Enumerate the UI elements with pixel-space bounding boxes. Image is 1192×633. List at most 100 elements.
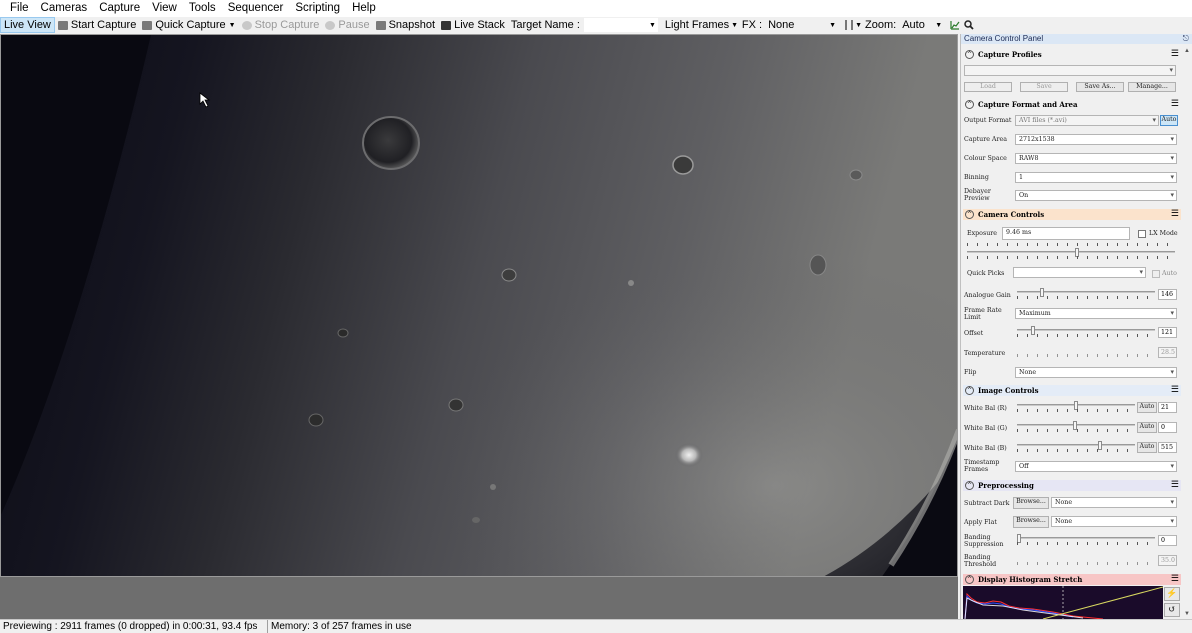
- menu-view[interactable]: View: [146, 0, 183, 17]
- analogue-gain-slider[interactable]: [1017, 288, 1155, 300]
- wb-g-auto-button[interactable]: Auto: [1137, 422, 1157, 433]
- debayer-select[interactable]: On: [1015, 190, 1177, 201]
- lx-mode-checkbox[interactable]: [1138, 230, 1146, 238]
- menu-icon[interactable]: ☰: [1171, 99, 1179, 110]
- menu-sequencer[interactable]: Sequencer: [222, 0, 290, 17]
- fx-value: None: [768, 19, 795, 31]
- collapse-icon[interactable]: ^: [965, 50, 974, 59]
- section-capture-format[interactable]: ^ Capture Format and Area ☰: [963, 99, 1181, 110]
- menu-file[interactable]: File: [4, 0, 35, 17]
- flat-select[interactable]: None: [1051, 516, 1177, 527]
- wb-b-slider[interactable]: [1017, 441, 1135, 453]
- live-view-image[interactable]: [0, 34, 958, 577]
- flat-browse-button[interactable]: Browse...: [1013, 516, 1049, 528]
- live-stack-button[interactable]: Live Stack: [438, 17, 508, 33]
- status-bar: Previewing : 2911 frames (0 dropped) in …: [0, 619, 1192, 633]
- flip-select[interactable]: None: [1015, 367, 1177, 378]
- histogram-icon[interactable]: [950, 20, 960, 30]
- pause-button[interactable]: Pause: [322, 17, 372, 33]
- fx-combo[interactable]: None ▼: [766, 18, 838, 32]
- dark-select[interactable]: None: [1051, 497, 1177, 508]
- histogram-display[interactable]: [963, 586, 1163, 619]
- capture-area-label: Capture Area: [964, 136, 1007, 143]
- temperature-slider: [1017, 346, 1155, 358]
- chevron-down-icon[interactable]: ▼: [855, 22, 862, 29]
- wb-r-value[interactable]: 21: [1158, 402, 1177, 413]
- offset-slider[interactable]: [1017, 326, 1155, 338]
- menu-tools[interactable]: Tools: [183, 0, 222, 17]
- wb-g-slider[interactable]: [1017, 421, 1135, 433]
- load-button[interactable]: Load: [964, 82, 1012, 92]
- color-box-red[interactable]: [851, 20, 854, 30]
- wb-r-auto-button[interactable]: Auto: [1137, 402, 1157, 413]
- magnifier-icon[interactable]: [964, 20, 974, 30]
- zoom-group: Zoom: Auto ▼: [862, 17, 947, 33]
- wb-r-slider[interactable]: [1017, 401, 1135, 413]
- panel-scrollbar[interactable]: ▲ ▼: [1182, 46, 1192, 619]
- section-histogram-stretch[interactable]: ^ Display Histogram Stretch ☰: [963, 574, 1181, 585]
- analogue-gain-value[interactable]: 146: [1158, 289, 1177, 300]
- wb-g-value[interactable]: 0: [1158, 422, 1177, 433]
- colour-space-select[interactable]: RAW8: [1015, 153, 1177, 164]
- stop-capture-button[interactable]: Stop Capture: [239, 17, 323, 33]
- collapse-icon[interactable]: ^: [965, 100, 974, 109]
- menu-help[interactable]: Help: [346, 0, 382, 17]
- frame-rate-select[interactable]: Maximum: [1015, 308, 1177, 319]
- banding-suppression-value[interactable]: 0: [1158, 535, 1177, 546]
- timestamp-select[interactable]: Off: [1015, 461, 1177, 472]
- section-header-label: Image Controls: [978, 386, 1039, 395]
- quick-picks-auto-checkbox[interactable]: [1152, 270, 1160, 278]
- save-as-button[interactable]: Save As...: [1076, 82, 1124, 92]
- scroll-up-icon[interactable]: ▲: [1182, 46, 1192, 56]
- menu-scripting[interactable]: Scripting: [289, 0, 346, 17]
- binning-select[interactable]: 1: [1015, 172, 1177, 183]
- collapse-icon[interactable]: ^: [965, 575, 974, 584]
- camera-icon: [142, 20, 153, 30]
- menu-icon[interactable]: ☰: [1171, 49, 1179, 60]
- menu-icon[interactable]: ☰: [1171, 574, 1179, 585]
- scroll-down-icon[interactable]: ▼: [1182, 609, 1192, 619]
- banding-suppression-slider[interactable]: [1017, 534, 1155, 546]
- menu-capture[interactable]: Capture: [93, 0, 146, 17]
- zoom-label: Zoom:: [865, 19, 897, 31]
- exposure-input[interactable]: 9.46 ms: [1002, 227, 1130, 240]
- collapse-icon[interactable]: ^: [965, 481, 974, 490]
- offset-value[interactable]: 121: [1158, 327, 1177, 338]
- exposure-slider-fine[interactable]: [967, 248, 1175, 260]
- snapshot-button[interactable]: Snapshot: [373, 17, 438, 33]
- section-camera-controls[interactable]: ^ Camera Controls ☰: [963, 209, 1181, 220]
- menu-icon[interactable]: ☰: [1171, 385, 1179, 396]
- quick-picks-select[interactable]: [1013, 267, 1146, 278]
- section-preprocessing[interactable]: ^ Preprocessing ☰: [963, 480, 1181, 491]
- histogram-reset-icon[interactable]: ↺: [1164, 603, 1180, 617]
- manage-button[interactable]: Manage...: [1128, 82, 1176, 92]
- capture-area-select[interactable]: 2712x1538: [1015, 134, 1177, 145]
- live-view-button[interactable]: Live View: [0, 17, 55, 33]
- menu-icon[interactable]: ☰: [1171, 209, 1179, 220]
- histogram-auto-stretch-icon[interactable]: ⚡: [1164, 587, 1180, 601]
- histogram-graph: [963, 586, 1163, 619]
- menu-icon[interactable]: ☰: [1171, 480, 1179, 491]
- profile-select[interactable]: [964, 65, 1176, 76]
- quick-capture-button[interactable]: Quick Capture ▼: [139, 17, 238, 33]
- output-format-select[interactable]: AVI files (*.avi): [1015, 115, 1159, 126]
- save-button[interactable]: Save: [1020, 82, 1068, 92]
- banding-suppression-label: Banding Suppression: [964, 534, 1004, 548]
- chevron-down-icon[interactable]: ▼: [229, 22, 236, 29]
- target-name-combo[interactable]: ▼: [583, 18, 658, 32]
- frame-rate-label: Frame Rate Limit: [964, 307, 1002, 321]
- collapse-icon[interactable]: ^: [965, 386, 974, 395]
- menu-cameras[interactable]: Cameras: [35, 0, 94, 17]
- start-capture-button[interactable]: Start Capture: [55, 17, 139, 33]
- output-auto-button[interactable]: Auto: [1160, 115, 1178, 126]
- collapse-icon[interactable]: ^: [965, 210, 974, 219]
- pin-icon[interactable]: ⎋: [1183, 34, 1189, 44]
- wb-b-value[interactable]: 515: [1158, 442, 1177, 453]
- color-box-gray[interactable]: [845, 20, 848, 30]
- zoom-combo[interactable]: Auto ▼: [900, 18, 944, 32]
- dark-browse-button[interactable]: Browse...: [1013, 497, 1049, 509]
- wb-b-auto-button[interactable]: Auto: [1137, 442, 1157, 453]
- frame-type-combo[interactable]: Light Frames ▼: [663, 18, 738, 32]
- section-image-controls[interactable]: ^ Image Controls ☰: [963, 385, 1181, 396]
- section-capture-profiles[interactable]: ^ Capture Profiles ☰: [963, 49, 1181, 60]
